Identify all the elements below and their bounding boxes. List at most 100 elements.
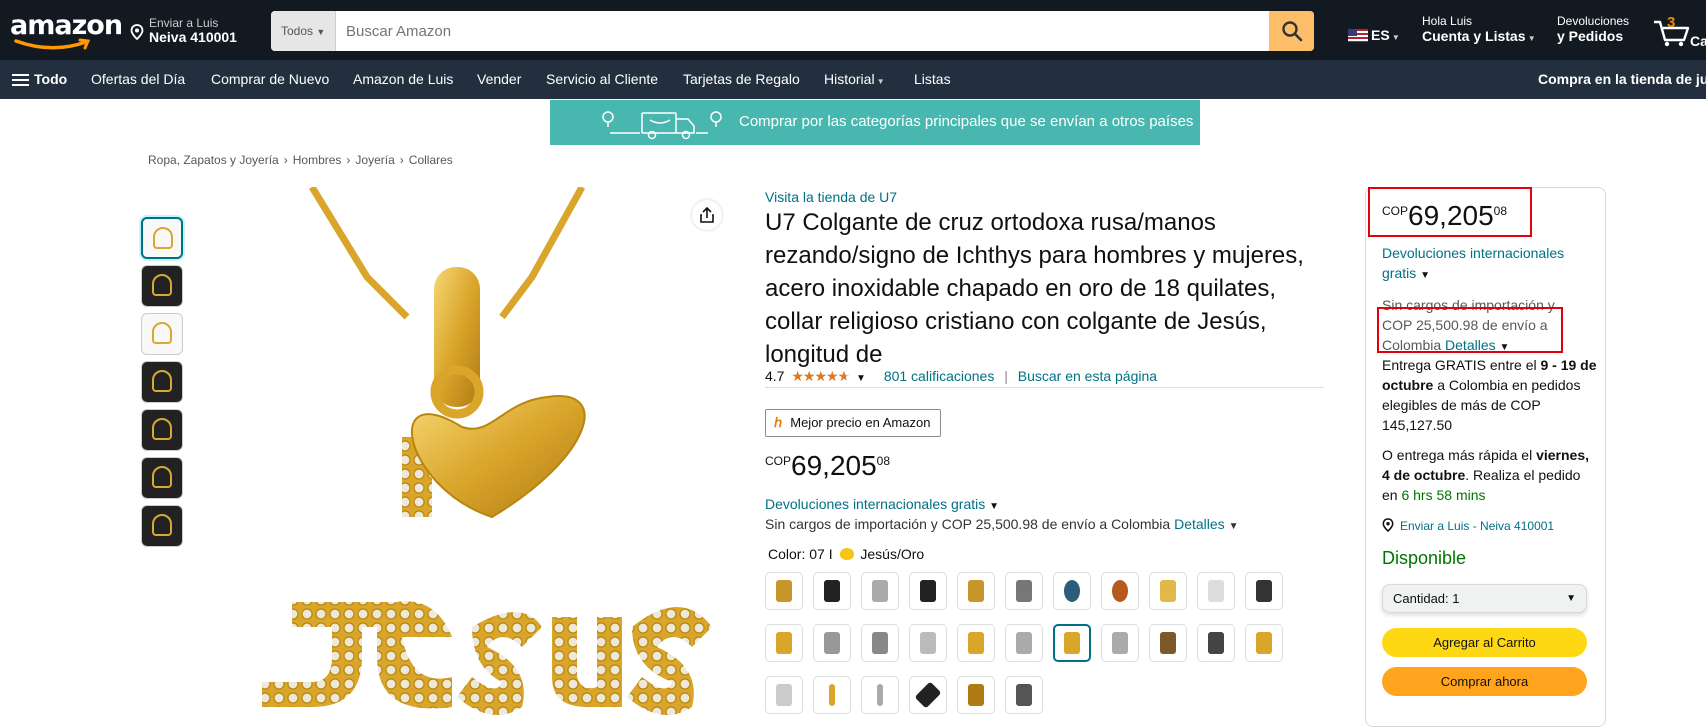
thumbnail-image[interactable] bbox=[141, 409, 183, 451]
nav-vender[interactable]: Vender bbox=[477, 71, 521, 87]
color-swatch[interactable] bbox=[861, 624, 899, 662]
caret-down-icon: ▼ bbox=[1525, 34, 1536, 43]
color-swatch[interactable] bbox=[909, 676, 947, 714]
search-button[interactable] bbox=[1269, 11, 1314, 51]
shipping-highlight-box bbox=[1377, 307, 1563, 353]
account-menu[interactable]: Hola Luis Cuenta y Listas ▼ bbox=[1422, 14, 1536, 44]
buy-now-button[interactable]: Comprar ahora bbox=[1382, 667, 1587, 696]
returns-info[interactable]: Devoluciones internacionales gratis ▼ bbox=[765, 496, 999, 512]
ratings-count-link[interactable]: 801 calificaciones bbox=[884, 368, 995, 384]
nav-listas[interactable]: Listas bbox=[914, 71, 951, 87]
main-product-image[interactable] bbox=[202, 187, 736, 720]
nav-historial-label: Historial bbox=[824, 71, 875, 87]
color-swatch[interactable] bbox=[1053, 572, 1091, 610]
international-banner[interactable]: Comprar por las categorías principales q… bbox=[550, 100, 1200, 145]
color-swatch[interactable] bbox=[765, 676, 803, 714]
color-swatch[interactable] bbox=[861, 572, 899, 610]
star-rating-icon[interactable]: ★★★★★ ★★★★★ bbox=[791, 368, 850, 385]
thumbnail-image[interactable] bbox=[141, 505, 183, 547]
color-swatch[interactable] bbox=[1245, 624, 1283, 662]
chevron-down-icon[interactable]: ▼ bbox=[1229, 521, 1239, 532]
amazon-logo[interactable]: amazon bbox=[10, 10, 123, 50]
color-swatch[interactable] bbox=[1005, 572, 1043, 610]
color-swatch[interactable] bbox=[957, 676, 995, 714]
nav-tarjetas-regalo[interactable]: Tarjetas de Regalo bbox=[683, 71, 800, 87]
color-swatch[interactable] bbox=[813, 676, 851, 714]
language-selector[interactable]: ES ▼ bbox=[1348, 27, 1400, 43]
color-swatch-selected[interactable] bbox=[1053, 624, 1091, 662]
rating-value: 4.7 bbox=[765, 368, 785, 384]
color-swatch[interactable] bbox=[1005, 624, 1043, 662]
us-flag-icon bbox=[1348, 29, 1368, 42]
yellow-heart-icon bbox=[839, 548, 854, 560]
color-swatch[interactable] bbox=[1005, 676, 1043, 714]
breadcrumb-item[interactable]: Hombres bbox=[293, 153, 342, 167]
caret-down-icon: ▼ bbox=[1389, 33, 1400, 42]
color-value-2: Jesús/Oro bbox=[860, 546, 925, 562]
necklace-pendant-image bbox=[262, 187, 712, 715]
color-swatch[interactable] bbox=[909, 572, 947, 610]
color-swatch[interactable] bbox=[957, 572, 995, 610]
nav-servicio-cliente[interactable]: Servicio al Cliente bbox=[546, 71, 658, 87]
details-link[interactable]: Detalles bbox=[1174, 516, 1225, 532]
search-icon bbox=[1281, 21, 1302, 42]
divider bbox=[765, 387, 1324, 388]
breadcrumb-item[interactable]: Collares bbox=[409, 153, 453, 167]
cart-label: Carrito bbox=[1690, 33, 1706, 48]
color-swatch[interactable] bbox=[1101, 624, 1139, 662]
store-link[interactable]: Visita la tienda de U7 bbox=[765, 189, 897, 205]
breadcrumb: Ropa, Zapatos y Joyería › Hombres › Joyería ›… bbox=[148, 153, 453, 167]
returns-link: Devoluciones internacionales gratis bbox=[765, 496, 986, 512]
color-swatch[interactable] bbox=[861, 676, 899, 714]
thumbnail-image[interactable] bbox=[141, 265, 183, 307]
buybox-returns[interactable]: Devoluciones internacionales gratis ▼ bbox=[1382, 243, 1597, 286]
color-swatch[interactable] bbox=[1149, 624, 1187, 662]
fast-time: 6 hrs 58 mins bbox=[1401, 487, 1486, 503]
location-pin-icon bbox=[1382, 518, 1394, 533]
color-swatch[interactable] bbox=[1197, 572, 1235, 610]
share-button[interactable] bbox=[692, 200, 722, 230]
returns-orders[interactable]: Devoluciones y Pedidos bbox=[1557, 14, 1629, 44]
nav-comprar-de-nuevo[interactable]: Comprar de Nuevo bbox=[211, 71, 329, 87]
chevron-down-icon: ▼ bbox=[1420, 270, 1431, 281]
price-currency: COP bbox=[765, 454, 792, 468]
nav-toy-store[interactable]: Compra en la tienda de juguetes bbox=[1538, 71, 1706, 87]
account-greeting: Hola Luis bbox=[1422, 14, 1473, 28]
thumbnail-image[interactable] bbox=[141, 361, 183, 403]
chevron-down-icon[interactable]: ▼ bbox=[856, 373, 866, 384]
thumbnail-image[interactable] bbox=[141, 217, 183, 259]
language-label: ES bbox=[1371, 27, 1390, 43]
thumbnail-image[interactable] bbox=[141, 313, 183, 355]
nav-amazon-de-luis[interactable]: Amazon de Luis bbox=[353, 71, 453, 87]
color-swatch[interactable] bbox=[1149, 572, 1187, 610]
color-swatch[interactable] bbox=[1101, 572, 1139, 610]
color-swatch[interactable] bbox=[909, 624, 947, 662]
color-swatch[interactable] bbox=[813, 624, 851, 662]
color-selection-label: Color: 07 I Jesús/Oro bbox=[768, 546, 924, 562]
search-input[interactable] bbox=[336, 11, 1261, 51]
breadcrumb-item[interactable]: Joyería bbox=[355, 153, 394, 167]
color-swatch[interactable] bbox=[765, 624, 803, 662]
nav-historial[interactable]: Historial ▼ bbox=[824, 71, 885, 87]
chevron-right-icon: › bbox=[283, 153, 288, 167]
nav-ofertas[interactable]: Ofertas del Día bbox=[91, 71, 185, 87]
top-navbar: amazon Enviar a Luis Neiva 410001 Todos … bbox=[0, 0, 1706, 60]
color-swatch[interactable] bbox=[957, 624, 995, 662]
breadcrumb-item[interactable]: Ropa, Zapatos y Joyería bbox=[148, 153, 279, 167]
color-swatch[interactable] bbox=[765, 572, 803, 610]
shipping-text: Sin cargos de importación y COP 25,500.9… bbox=[765, 516, 1171, 532]
color-swatch[interactable] bbox=[1197, 624, 1235, 662]
add-to-cart-button[interactable]: Agregar al Carrito bbox=[1382, 628, 1587, 657]
best-price-badge[interactable]: ℎ Mejor precio en Amazon bbox=[765, 409, 942, 437]
buybox-send-to[interactable]: Enviar a Luis - Neiva 410001 bbox=[1382, 518, 1554, 533]
quantity-select[interactable]: Cantidad: 1 ▼ bbox=[1382, 584, 1587, 613]
caret-down-icon: ▼ bbox=[874, 77, 885, 86]
cart-button[interactable]: 3 Carrito bbox=[1652, 14, 1706, 48]
search-category-select[interactable]: Todos ▼ bbox=[271, 11, 336, 51]
search-page-link[interactable]: Buscar en esta página bbox=[1018, 368, 1157, 384]
color-swatch[interactable] bbox=[1245, 572, 1283, 610]
location-pin-icon bbox=[130, 24, 144, 40]
color-swatch[interactable] bbox=[813, 572, 851, 610]
quantity-label: Cantidad: bbox=[1393, 591, 1449, 606]
thumbnail-image[interactable] bbox=[141, 457, 183, 499]
